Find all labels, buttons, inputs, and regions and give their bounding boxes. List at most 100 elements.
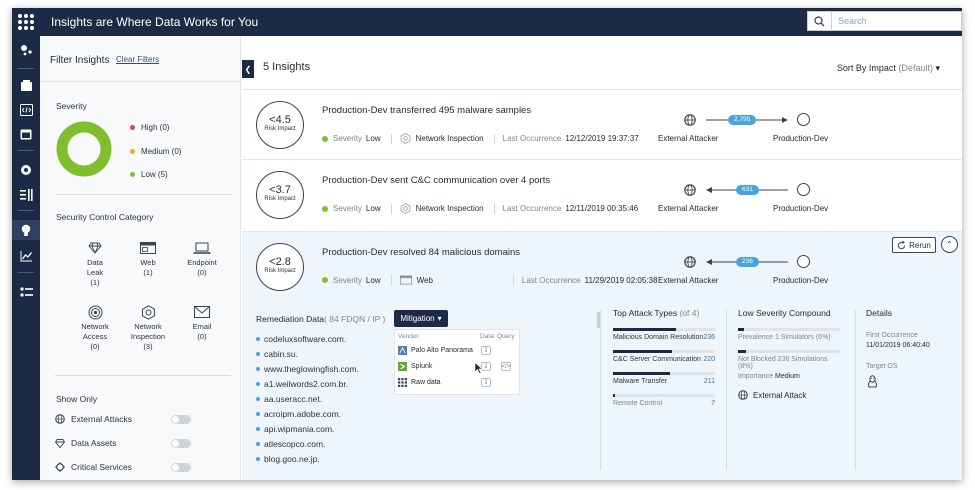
- attack-type-item[interactable]: Remote Control 7: [613, 394, 715, 407]
- category-data-leak-name: Data: [87, 258, 103, 267]
- insight-row-expanded[interactable]: <2.8 Risk Impact Production-Dev resolved…: [242, 231, 962, 480]
- domain-item[interactable]: atlescopco.com.: [256, 439, 325, 449]
- domain-text: aa.useracc.net.: [264, 394, 323, 404]
- category-network-inspection[interactable]: Network Inspection (3): [123, 304, 173, 352]
- insights-bulb-icon[interactable]: [12, 220, 40, 240]
- insight-title[interactable]: Production-Dev transferred 495 malware s…: [322, 105, 531, 116]
- rerun-button[interactable]: Rerun: [892, 237, 936, 253]
- category-endpoint[interactable]: Endpoint (0): [177, 240, 227, 278]
- risk-label: Risk Impact: [264, 196, 296, 202]
- insight-title[interactable]: Production-Dev sent C&C communication ov…: [322, 175, 550, 186]
- code-icon[interactable]: [16, 100, 36, 120]
- risk-label: Risk Impact: [264, 268, 296, 274]
- app-grid-icon[interactable]: [16, 12, 36, 32]
- domain-item[interactable]: cabin.su.: [256, 349, 298, 359]
- severity-compound-item[interactable]: Prevalence 1 Simulators (6%): [738, 328, 840, 341]
- category-web[interactable]: Web (1): [123, 240, 173, 278]
- low-severity-title: Low Severity Compound: [738, 308, 831, 318]
- risk-impact-badge: <4.5 Risk Impact: [256, 101, 304, 149]
- details-title: Details: [866, 308, 892, 318]
- risk-label: Risk Impact: [264, 126, 296, 132]
- category-data-leak[interactable]: Data Leak (1): [70, 240, 120, 288]
- flow-to-label: Production-Dev: [773, 276, 829, 285]
- nodes-icon[interactable]: [16, 40, 36, 60]
- vendor-raw-data[interactable]: Raw data: [398, 378, 441, 387]
- collapse-row-button[interactable]: ⌃: [941, 236, 958, 253]
- show-data-assets-label: Data Assets: [71, 438, 117, 448]
- category-email-count: (0): [197, 332, 207, 341]
- network-inspection-icon: [141, 304, 155, 320]
- legend-low[interactable]: Low (5): [130, 170, 168, 179]
- attack-type-item[interactable]: Malware Transfer 211: [613, 372, 715, 385]
- occurrence-value: 12/12/2019 19:37:37: [565, 134, 639, 143]
- attack-type-label: C&C Server Communication: [613, 356, 701, 363]
- domain-item[interactable]: acroipm.adobe.com.: [256, 409, 341, 419]
- category-endpoint-name: Endpoint: [187, 258, 217, 267]
- show-external-attacks[interactable]: External Attacks: [55, 414, 132, 424]
- diamond-icon: [88, 242, 102, 254]
- search-icon[interactable]: [807, 11, 831, 31]
- occurrence-label: Last Occurrence: [502, 134, 562, 143]
- insight-row[interactable]: <4.5 Risk Impact Production-Dev transfer…: [242, 89, 962, 159]
- occurrence-value: 12/11/2019 00:35:46: [565, 204, 639, 213]
- crosshair-icon: [55, 462, 65, 472]
- insights-count: 5 Insights: [263, 61, 311, 73]
- domain-item[interactable]: aa.useracc.net.: [256, 394, 322, 404]
- severity-label: Severity: [333, 204, 362, 213]
- category-network-inspection-name2: Inspection: [130, 332, 166, 341]
- show-data-assets[interactable]: Data Assets: [55, 438, 116, 448]
- severity-donut[interactable]: [56, 121, 112, 177]
- domain-text: codeluxsoftware.com.: [264, 334, 347, 344]
- legend-medium[interactable]: Medium (0): [130, 147, 181, 156]
- attack-type-item[interactable]: Malicious Domain Resolution 236: [613, 328, 715, 341]
- category-email[interactable]: Email (0): [177, 304, 227, 342]
- download-icon[interactable]: ↧: [481, 378, 491, 387]
- domain-item[interactable]: api.wipmania.com.: [256, 424, 334, 434]
- category-network-access[interactable]: Network Access (0): [70, 304, 120, 352]
- caret-down-icon: ▾: [935, 63, 940, 73]
- network-inspection-icon: [400, 203, 410, 214]
- collapse-panel-button[interactable]: ❮: [242, 60, 254, 78]
- show-critical-services[interactable]: Critical Services: [55, 462, 132, 472]
- attack-type-value: 220: [703, 356, 715, 363]
- domain-item[interactable]: a1.weilwords2.com.br.: [256, 379, 348, 389]
- severity-compound-item[interactable]: Not Blocked 236 Simulations (8%): [738, 350, 840, 370]
- vendor-palo-alto[interactable]: Palo Alto Panorama: [398, 346, 473, 355]
- show-critical-services-label: Critical Services: [71, 462, 132, 472]
- remediation-title-text: Remediation Data: [256, 314, 325, 324]
- domain-item[interactable]: blog.goo.ne.jp.: [256, 454, 320, 464]
- calendar-icon[interactable]: [16, 124, 36, 144]
- critical-services-toggle[interactable]: [171, 463, 191, 472]
- attack-type-item[interactable]: C&C Server Communication 220: [613, 350, 715, 363]
- chart-line-icon[interactable]: [16, 246, 36, 266]
- domain-text: atlescopco.com.: [264, 439, 326, 449]
- mitigation-dropdown[interactable]: Mitigation ▾: [394, 310, 448, 327]
- sort-dropdown[interactable]: Sort By Impact (Default) ▾: [837, 63, 940, 74]
- show-only-title: Show Only: [56, 394, 98, 404]
- domain-item[interactable]: codeluxsoftware.com.: [256, 334, 346, 344]
- risk-value: <2.8: [269, 256, 291, 268]
- legend-low-label: Low (5): [141, 170, 168, 179]
- data-assets-toggle[interactable]: [171, 439, 191, 448]
- domain-text: acroipm.adobe.com.: [264, 409, 342, 419]
- clear-filters-link[interactable]: Clear Filters: [116, 55, 159, 64]
- vendor-splunk[interactable]: Splunk: [398, 362, 432, 371]
- settings-list-icon[interactable]: [16, 282, 36, 302]
- filter-header: Filter Insights Clear Filters: [40, 36, 240, 82]
- query-code-icon[interactable]: </>: [501, 362, 511, 371]
- category-label: Network Inspection: [415, 204, 484, 213]
- insight-row[interactable]: <3.7 Risk Impact Production-Dev sent C&C…: [242, 159, 962, 231]
- domain-item[interactable]: www.theglowingfish.com.: [256, 364, 359, 374]
- insight-title[interactable]: Production-Dev resolved 84 malicious dom…: [322, 247, 520, 258]
- inbox-icon[interactable]: [16, 76, 36, 96]
- flow-count-pill: 2,795: [728, 115, 757, 125]
- download-icon[interactable]: ↧: [481, 346, 491, 355]
- target-node: [797, 255, 810, 268]
- importance-value: Medium: [774, 373, 800, 380]
- report-icon[interactable]: [16, 185, 36, 205]
- external-attacks-toggle[interactable]: [171, 415, 191, 424]
- diamond-icon: [55, 438, 65, 448]
- legend-high[interactable]: High (0): [130, 123, 169, 132]
- search-input[interactable]: Search: [831, 11, 962, 31]
- target-nav-icon[interactable]: [16, 160, 36, 180]
